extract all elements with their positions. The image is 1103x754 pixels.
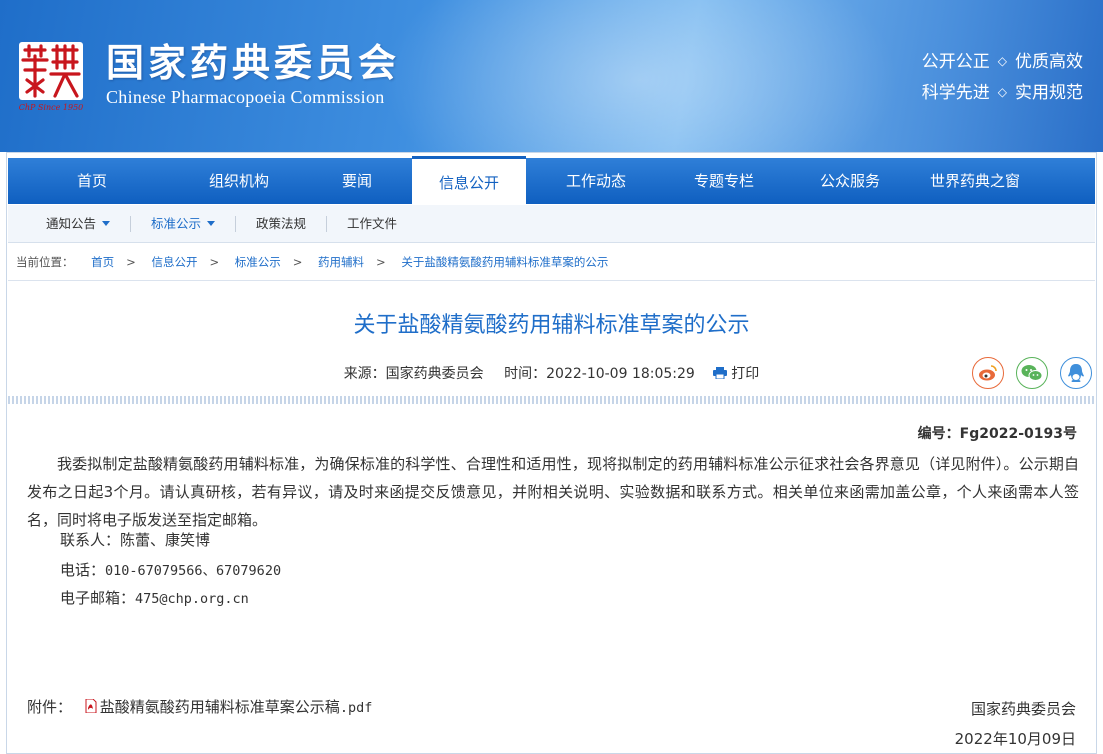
chp-seal-icon [19, 42, 83, 100]
motto-phrase: 优质高效 [1015, 52, 1083, 72]
breadcrumb-separator: > [126, 255, 136, 269]
attachment-row: 附件： 盐酸精氨酸药用辅料标准草案公示稿.pdf [27, 696, 372, 719]
nav-item-organization[interactable]: 组织机构 [176, 158, 302, 204]
nav-item-work-updates[interactable]: 工作动态 [526, 158, 666, 204]
contact-value: 陈蕾、康笑博 [120, 531, 211, 549]
subnav-label: 工作文件 [347, 215, 398, 231]
site-header: ChP Since 1950 国家药典委员会 Chinese Pharmacop… [0, 0, 1103, 152]
share-weibo-button[interactable] [972, 357, 1004, 389]
article-body: 我委拟制定盐酸精氨酸药用辅料标准，为确保标准的科学性、合理性和适用性，现将拟制定… [27, 455, 1079, 529]
breadcrumb-standard-publicity[interactable]: 标准公示 [235, 255, 281, 269]
attachment-filename: 盐酸精氨酸药用辅料标准草案公示稿 [99, 698, 340, 716]
motto-line-1: 公开公正 ◇ 优质高效 [922, 46, 1083, 77]
diamond-icon: ◇ [997, 54, 1007, 68]
weibo-icon [979, 365, 997, 381]
sub-nav: 通知公告 标准公示 政策法规 工作文件 [8, 205, 1095, 243]
divider-stripe [8, 396, 1095, 404]
nav-item-public-service[interactable]: 公众服务 [782, 158, 918, 204]
motto-line-2: 科学先进 ◇ 实用规范 [922, 77, 1083, 108]
attachment-label: 附件： [27, 698, 73, 716]
breadcrumb-info-disclosure[interactable]: 信息公开 [151, 255, 197, 269]
subnav-item-notices[interactable]: 通知公告 [36, 215, 132, 232]
subnav-item-standard-publicity[interactable]: 标准公示 [131, 215, 237, 232]
contact-email: 电子邮箱：475@chp.org.cn [60, 587, 249, 610]
breadcrumb-current[interactable]: 关于盐酸精氨酸药用辅料标准草案的公示 [401, 255, 608, 269]
nav-item-info-disclosure[interactable]: 信息公开 [412, 156, 526, 204]
site-title[interactable]: 国家药典委员会 [106, 38, 400, 88]
wechat-icon [1021, 365, 1043, 381]
signature-organization: 国家药典委员会 [970, 700, 1076, 718]
breadcrumb-label: 当前位置： [16, 255, 74, 269]
nav-item-world-pharmacopoeia[interactable]: 世界药典之窗 [918, 158, 1032, 204]
article-meta: 来源：国家药典委员会 时间：2022-10-09 18:05:29 打印 [0, 362, 1103, 386]
site-logo[interactable]: ChP Since 1950 [17, 40, 85, 114]
motto-phrase: 公开公正 [921, 52, 990, 72]
main-nav: 首页 组织机构 要闻 信息公开 工作动态 专题专栏 公众服务 世界药典之窗 [8, 156, 1095, 204]
caret-down-icon [102, 220, 111, 226]
nav-item-special-topics[interactable]: 专题专栏 [666, 158, 782, 204]
article-time: 时间：2022-10-09 18:05:29 [504, 366, 695, 382]
site-subtitle: Chinese Pharmacopoeia Commission [106, 87, 385, 107]
print-label: 打印 [731, 366, 760, 382]
document-number: 编号：Fg2022-0193号 [917, 426, 1077, 442]
article-source: 来源：国家药典委员会 [343, 366, 484, 382]
email-label: 电子邮箱： [60, 589, 136, 607]
phone-label: 电话： [60, 561, 106, 579]
breadcrumb-separator: > [209, 255, 220, 269]
signature-date: 2022年10月09日 [954, 730, 1076, 748]
subnav-item-policies[interactable]: 政策法规 [236, 215, 328, 232]
share-qq-button[interactable] [1060, 357, 1092, 389]
diamond-icon: ◇ [997, 85, 1007, 99]
contact-phone: 电话：010-67079566、67079620 [60, 559, 281, 582]
motto-phrase: 实用规范 [1015, 83, 1083, 103]
logo-tagline: ChP Since 1950 [18, 103, 84, 112]
attachment-link[interactable]: 盐酸精氨酸药用辅料标准草案公示稿.pdf [85, 698, 373, 716]
breadcrumb-separator: > [376, 255, 386, 269]
breadcrumb-separator: > [292, 255, 303, 269]
article-title: 关于盐酸精氨酸药用辅料标准草案的公示 [353, 313, 750, 338]
contact-person: 联系人：陈蕾、康笑博 [60, 529, 210, 551]
nav-item-news[interactable]: 要闻 [302, 158, 412, 204]
subnav-label: 标准公示 [151, 215, 202, 231]
subnav-label: 政策法规 [256, 215, 307, 231]
motto-phrase: 科学先进 [921, 83, 990, 103]
breadcrumb-home[interactable]: 首页 [91, 255, 114, 269]
breadcrumb: 当前位置： 首页 > 信息公开 > 标准公示 > 药用辅料 > 关于盐酸精氨酸药用辅料标… [16, 252, 1086, 272]
caret-down-icon [207, 220, 216, 226]
site-motto: 公开公正 ◇ 优质高效 科学先进 ◇ 实用规范 [922, 46, 1083, 108]
attachment-extension: .pdf [339, 700, 373, 716]
email-value: 475@chp.org.cn [135, 591, 249, 607]
print-button[interactable]: 打印 [713, 366, 759, 382]
subnav-item-work-documents[interactable]: 工作文件 [327, 216, 417, 232]
pdf-icon [85, 699, 97, 713]
contact-label: 联系人： [60, 531, 121, 549]
nav-item-home[interactable]: 首页 [8, 158, 176, 204]
print-icon [713, 367, 728, 379]
share-wechat-button[interactable] [1016, 357, 1048, 389]
breadcrumb-excipients[interactable]: 药用辅料 [318, 255, 364, 269]
phone-value: 010-67079566、67079620 [105, 563, 282, 579]
subnav-label: 通知公告 [46, 215, 97, 231]
qq-icon [1068, 364, 1084, 382]
